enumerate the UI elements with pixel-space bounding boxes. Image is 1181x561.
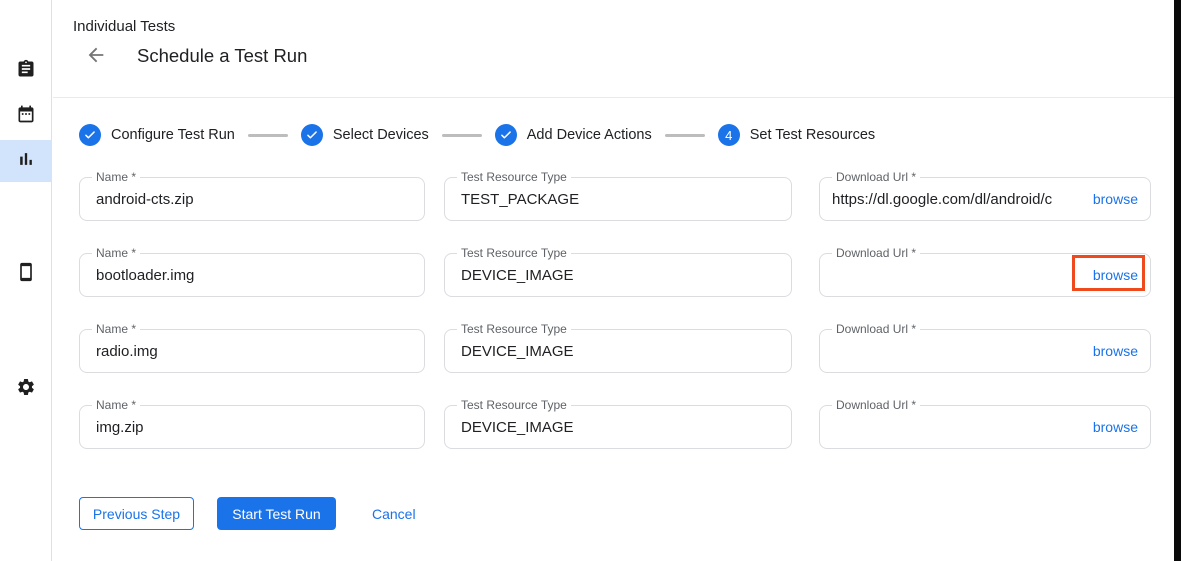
resource-type-field[interactable]: Test Resource Type DEVICE_IMAGE bbox=[444, 329, 792, 373]
download-url-field[interactable]: Download Url * browse bbox=[819, 253, 1151, 297]
name-field-value: android-cts.zip bbox=[96, 178, 416, 220]
browse-link[interactable]: browse bbox=[1093, 406, 1138, 448]
resource-row: Name * img.zip Test Resource Type DEVICE… bbox=[79, 405, 1151, 449]
resource-type-field[interactable]: Test Resource Type DEVICE_IMAGE bbox=[444, 253, 792, 297]
step-label: Add Device Actions bbox=[527, 127, 652, 143]
download-url-field-value bbox=[832, 254, 1084, 296]
download-url-field[interactable]: Download Url * browse bbox=[819, 329, 1151, 373]
step-number-badge: 4 bbox=[718, 124, 740, 146]
sidebar-item-devices[interactable] bbox=[0, 253, 52, 295]
form-actions: Previous Step Start Test Run Cancel bbox=[79, 497, 416, 530]
sidebar bbox=[0, 0, 52, 561]
sidebar-item-test-plans[interactable] bbox=[0, 95, 52, 137]
page-title: Schedule a Test Run bbox=[137, 45, 307, 67]
sidebar-item-settings[interactable] bbox=[0, 368, 52, 410]
clipboard-icon bbox=[16, 59, 36, 84]
browse-link[interactable]: browse bbox=[1093, 330, 1138, 372]
download-url-field-value bbox=[832, 406, 1084, 448]
download-url-field-value: https://dl.google.com/dl/android/c bbox=[832, 178, 1084, 220]
name-field[interactable]: Name * radio.img bbox=[79, 329, 425, 373]
resource-type-field-value: DEVICE_IMAGE bbox=[461, 406, 783, 448]
gear-icon bbox=[16, 377, 36, 402]
name-field-value: img.zip bbox=[96, 406, 416, 448]
resource-type-field[interactable]: Test Resource Type DEVICE_IMAGE bbox=[444, 405, 792, 449]
browse-link[interactable]: browse bbox=[1093, 254, 1138, 296]
step-select-devices[interactable]: Select Devices bbox=[301, 124, 429, 146]
stepper: Configure Test Run Select Devices Add De… bbox=[79, 124, 875, 146]
name-field[interactable]: Name * img.zip bbox=[79, 405, 425, 449]
resource-type-field-value: DEVICE_IMAGE bbox=[461, 254, 783, 296]
resource-type-field[interactable]: Test Resource Type TEST_PACKAGE bbox=[444, 177, 792, 221]
window-right-edge bbox=[1174, 0, 1181, 561]
resource-type-field-value: TEST_PACKAGE bbox=[461, 178, 783, 220]
step-connector bbox=[248, 134, 288, 137]
test-resources-form: Name * android-cts.zip Test Resource Typ… bbox=[79, 177, 1151, 481]
step-complete-icon bbox=[301, 124, 323, 146]
step-label: Select Devices bbox=[333, 127, 429, 143]
step-connector bbox=[442, 134, 482, 137]
calendar-icon bbox=[16, 104, 36, 129]
main-content: Individual Tests Schedule a Test Run Con… bbox=[53, 0, 1174, 561]
resource-row: Name * radio.img Test Resource Type DEVI… bbox=[79, 329, 1151, 373]
name-field-value: bootloader.img bbox=[96, 254, 416, 296]
step-configure-test-run[interactable]: Configure Test Run bbox=[79, 124, 235, 146]
download-url-field[interactable]: Download Url * browse bbox=[819, 405, 1151, 449]
breadcrumb: Individual Tests bbox=[73, 18, 175, 35]
start-test-run-button[interactable]: Start Test Run bbox=[217, 497, 336, 530]
sidebar-item-test-runs[interactable] bbox=[0, 140, 52, 182]
download-url-field[interactable]: Download Url * https://dl.google.com/dl/… bbox=[819, 177, 1151, 221]
smartphone-icon bbox=[16, 262, 36, 287]
back-arrow-icon bbox=[85, 44, 107, 71]
name-field-value: radio.img bbox=[96, 330, 416, 372]
previous-step-button[interactable]: Previous Step bbox=[79, 497, 194, 530]
download-url-field-value bbox=[832, 330, 1084, 372]
sidebar-item-tests[interactable] bbox=[0, 50, 52, 92]
back-button[interactable] bbox=[83, 45, 109, 69]
resource-type-field-value: DEVICE_IMAGE bbox=[461, 330, 783, 372]
resource-row: Name * bootloader.img Test Resource Type… bbox=[79, 253, 1151, 297]
name-field[interactable]: Name * bootloader.img bbox=[79, 253, 425, 297]
bar-chart-icon bbox=[16, 149, 36, 174]
resource-row: Name * android-cts.zip Test Resource Typ… bbox=[79, 177, 1151, 221]
step-label: Configure Test Run bbox=[111, 127, 235, 143]
name-field[interactable]: Name * android-cts.zip bbox=[79, 177, 425, 221]
step-complete-icon bbox=[79, 124, 101, 146]
step-add-device-actions[interactable]: Add Device Actions bbox=[495, 124, 652, 146]
step-label: Set Test Resources bbox=[750, 127, 875, 143]
header-divider bbox=[53, 97, 1174, 98]
step-complete-icon bbox=[495, 124, 517, 146]
cancel-link[interactable]: Cancel bbox=[372, 506, 416, 522]
step-connector bbox=[665, 134, 705, 137]
step-set-test-resources[interactable]: 4 Set Test Resources bbox=[718, 124, 875, 146]
browse-link[interactable]: browse bbox=[1093, 178, 1138, 220]
